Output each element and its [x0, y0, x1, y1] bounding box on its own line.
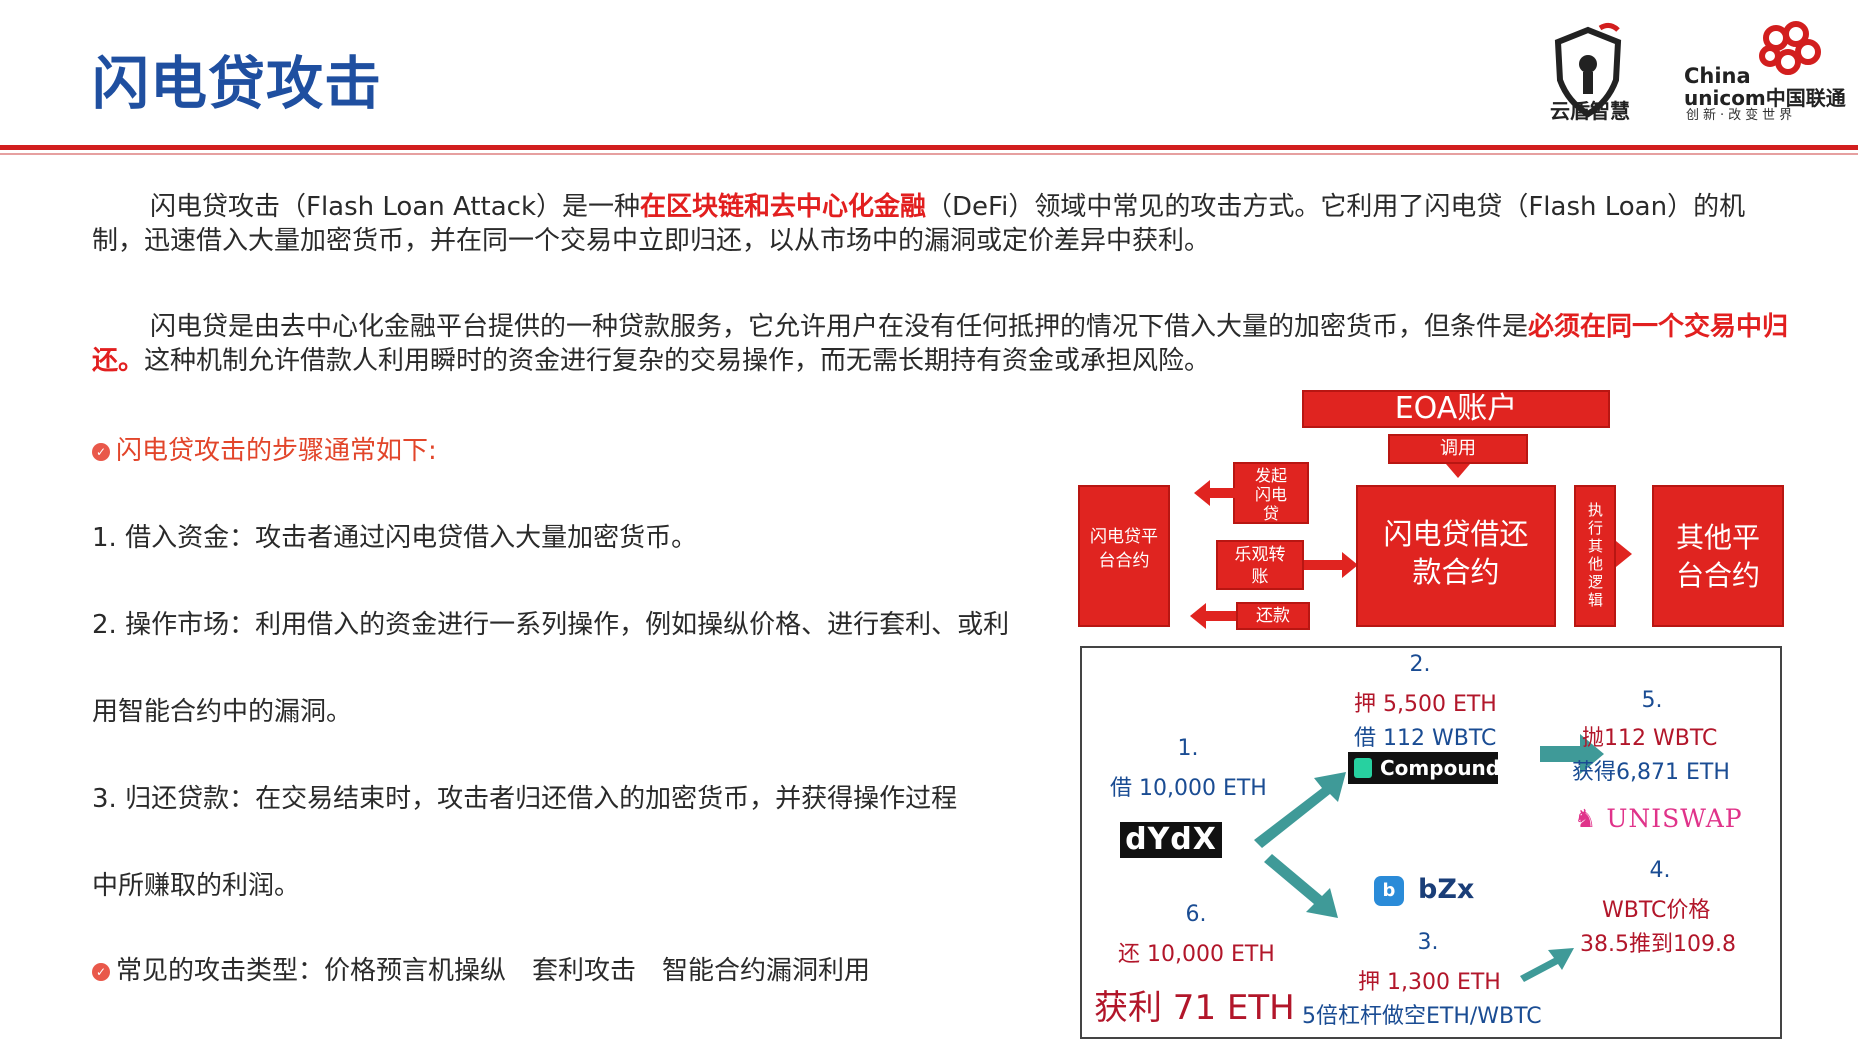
step5-line1: 抛112 WBTC: [1582, 726, 1718, 751]
step-3-line2: 中所赚取的利润。: [92, 871, 301, 901]
intro-paragraph-2: 闪电贷是由去中心化金融平台提供的一种贷款服务，它允许用户在没有任何抵押的情况下借…: [92, 312, 1789, 376]
compound-logo: Compound: [1348, 752, 1500, 784]
unicorn-icon: ♞: [1574, 804, 1607, 833]
bzx-logo: bZx: [1418, 874, 1475, 905]
flash-platform-contract-box: 闪电贷平台合约: [1078, 485, 1170, 627]
flash-loan-contract-box: 闪电贷借还款合约: [1356, 485, 1556, 627]
execute-logic-box: 执行其他逻辑: [1574, 485, 1616, 627]
repay-arrow-shaft: [1204, 611, 1236, 621]
profit-label: 获利 71 ETH: [1094, 988, 1295, 1028]
step-3-line1: 3. 归还贷款：在交易结束时，攻击者归还借入的加密货币，并获得操作过程: [92, 784, 958, 814]
step3-line1: 押 1,300 ETH: [1358, 970, 1501, 995]
attack-types: ✓ 常见的攻击类型：价格预言机操纵 套利攻击 智能合约漏洞利用: [92, 950, 870, 987]
step-2-line2: 用智能合约中的漏洞。: [92, 697, 353, 727]
unicom-tagline: 创新·改变世界: [1686, 108, 1797, 123]
transfer-arrow-shaft: [1304, 560, 1344, 570]
step-1: 1. 借入资金：攻击者通过闪电贷借入大量加密货币。: [92, 523, 698, 553]
arrow-bzx-to-price-icon: [1520, 948, 1574, 982]
arrow-dydx-to-bzx-icon: [1264, 854, 1338, 918]
steps-heading: ✓ 闪电贷攻击的步骤通常如下:: [92, 430, 437, 467]
step4-line1: WBTC价格: [1602, 898, 1711, 923]
step5-line2: 获得6,871 ETH: [1572, 760, 1730, 785]
other-platform-contract-box: 其他平台合约: [1652, 485, 1784, 627]
call-label-box: 调用: [1388, 434, 1528, 464]
uniswap-logo: ♞ UNISWAP: [1574, 804, 1743, 833]
step2-number: 2.: [1409, 652, 1431, 677]
eoa-account-box: EOA账户: [1302, 390, 1610, 428]
dydx-logo: dYdX: [1120, 822, 1222, 858]
intro-paragraph-1: 闪电贷攻击（Flash Loan Attack）是一种在区块链和去中心化金融（D…: [92, 192, 1746, 256]
china-unicom-knot-icon: [1759, 21, 1821, 75]
step5-number: 5.: [1641, 688, 1663, 713]
step3-number: 3.: [1417, 930, 1439, 955]
optimistic-transfer-box: 乐观转账: [1216, 540, 1304, 590]
step1-number: 1.: [1177, 736, 1199, 761]
highlight-defi: 在区块链和去中心化金融: [640, 192, 927, 222]
header-rule-thin: [0, 153, 1858, 155]
repay-arrow-icon: [1190, 603, 1206, 629]
call-arrow-icon: [1446, 464, 1470, 478]
step-2-line1: 2. 操作市场：利用借入的资金进行一系列操作，例如操纵价格、进行套利、或利: [92, 610, 1010, 640]
initiate-loan-box: 发起闪电贷: [1233, 462, 1309, 524]
header-rule: [0, 145, 1858, 150]
step4-line2: 38.5推到109.8: [1580, 932, 1736, 957]
step6-number: 6.: [1185, 902, 1207, 927]
bzx-icon: b: [1374, 876, 1404, 906]
check-bullet-icon: ✓: [92, 963, 110, 981]
step6-line1: 还 10,000 ETH: [1118, 942, 1275, 967]
initiate-arrow-shaft: [1208, 488, 1238, 498]
check-bullet-icon: ✓: [92, 443, 110, 461]
step3-line2: 5倍杠杆做空ETH/WBTC: [1302, 1004, 1542, 1029]
repay-box: 还款: [1236, 602, 1310, 630]
step2-line1: 押 5,500 ETH: [1354, 692, 1497, 717]
arrow-dydx-to-compound-icon: [1254, 772, 1346, 848]
yundun-logo-text: 云盾智慧: [1550, 99, 1630, 123]
step1-line1: 借 10,000 ETH: [1110, 776, 1267, 801]
step2-line2: 借 112 WBTC: [1354, 726, 1497, 751]
compound-icon: [1354, 758, 1372, 778]
page-title: 闪电贷攻击: [92, 51, 382, 117]
execute-arrow-icon: [1616, 541, 1632, 567]
step4-number: 4.: [1649, 858, 1671, 883]
initiate-arrow-icon: [1194, 480, 1210, 506]
